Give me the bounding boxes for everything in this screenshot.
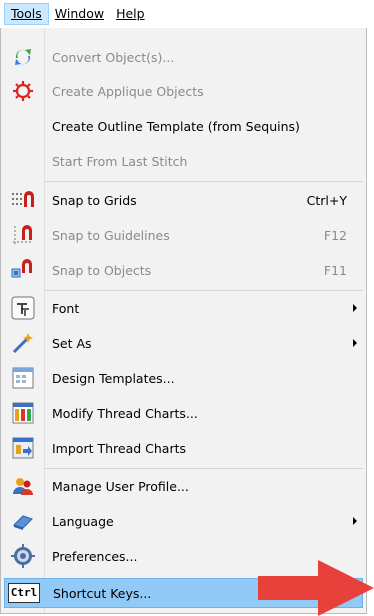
menu-item-label: Preferences...	[52, 548, 138, 564]
menu-item-label: Shortcut Keys...	[53, 585, 152, 601]
annotation-arrow-icon	[258, 560, 374, 616]
shortcut-text: F11	[323, 262, 347, 278]
menu-item-label: Convert Object(s)...	[52, 49, 175, 65]
submenu-arrow-icon	[353, 339, 357, 347]
applique-icon	[10, 78, 36, 104]
menu-tools[interactable]: Tools	[4, 3, 49, 25]
menu-help-label: Help	[116, 6, 145, 21]
shortcut-text: F12	[323, 227, 347, 243]
import-thread-charts-icon	[10, 435, 36, 461]
menu-item-label: Modify Thread Charts...	[52, 405, 198, 421]
menu-item-font[interactable]: Font	[4, 293, 363, 323]
menu-item-label: Import Thread Charts	[52, 440, 187, 456]
menu-item-label: Language	[52, 513, 114, 529]
menu-separator	[45, 290, 363, 291]
menu-separator	[45, 181, 363, 182]
menu-item-import-thread-charts[interactable]: Import Thread Charts	[4, 433, 363, 463]
menu-item-label: Create Outline Template (from Sequins)	[52, 118, 300, 134]
submenu-arrow-icon	[353, 304, 357, 312]
menu-help[interactable]: Help	[110, 3, 151, 25]
menu-item-language[interactable]: Language	[4, 506, 363, 536]
menu-item-label: Snap to Grids	[52, 192, 137, 208]
menu-item-create-outline-template[interactable]: Create Outline Template (from Sequins)	[4, 111, 363, 141]
submenu-arrow-icon	[353, 517, 357, 525]
menu-item-set-as[interactable]: Set As	[4, 328, 363, 358]
menu-item-label: Manage User Profile...	[52, 478, 189, 494]
ctrl-key-label: Ctrl	[7, 583, 41, 603]
convert-icon	[10, 44, 36, 70]
ctrl-key-icon: Ctrl	[7, 580, 41, 606]
menu-item-label: Snap to Guidelines	[52, 227, 170, 243]
snap-grid-icon	[10, 187, 36, 213]
menu-item-design-templates[interactable]: Design Templates...	[4, 363, 363, 393]
menu-item-label: Start From Last Stitch	[52, 153, 188, 169]
snap-objects-icon	[10, 257, 36, 283]
menu-bar: Tools Window Help	[0, 0, 374, 28]
menu-item-start-from-last-stitch[interactable]: Start From Last Stitch	[4, 146, 363, 176]
user-profile-icon	[10, 473, 36, 499]
set-as-icon	[10, 330, 36, 356]
menu-item-label: Create Applique Objects	[52, 83, 204, 99]
menu-window[interactable]: Window	[49, 3, 110, 25]
menu-separator	[45, 468, 363, 469]
menu-item-label: Font	[52, 300, 80, 316]
modify-thread-charts-icon	[10, 400, 36, 426]
menu-item-label: Snap to Objects	[52, 262, 152, 278]
preferences-icon	[10, 543, 36, 569]
menu-item-label: Design Templates...	[52, 370, 175, 386]
shortcut-text: Ctrl+Y	[306, 192, 347, 208]
menu-item-snap-to-guidelines[interactable]: Snap to Guidelines F12	[4, 220, 363, 250]
menu-item-manage-user-profile[interactable]: Manage User Profile...	[4, 471, 363, 501]
menu-item-create-applique[interactable]: Create Applique Objects	[4, 76, 363, 106]
design-templates-icon	[10, 365, 36, 391]
language-icon	[10, 508, 36, 534]
snap-guidelines-icon	[10, 222, 36, 248]
tools-dropdown-menu: Convert Object(s)... Create Applique Obj…	[0, 28, 367, 614]
menu-item-snap-to-objects[interactable]: Snap to Objects F11	[4, 255, 363, 285]
menu-item-convert-objects[interactable]: Convert Object(s)...	[4, 42, 363, 72]
menu-item-label: Set As	[52, 335, 92, 351]
font-icon	[10, 295, 36, 321]
menu-item-snap-to-grids[interactable]: Snap to Grids Ctrl+Y	[4, 185, 363, 215]
menu-window-label: Window	[54, 6, 105, 21]
menu-tools-label: Tools	[11, 6, 42, 21]
menu-item-modify-thread-charts[interactable]: Modify Thread Charts...	[4, 398, 363, 428]
